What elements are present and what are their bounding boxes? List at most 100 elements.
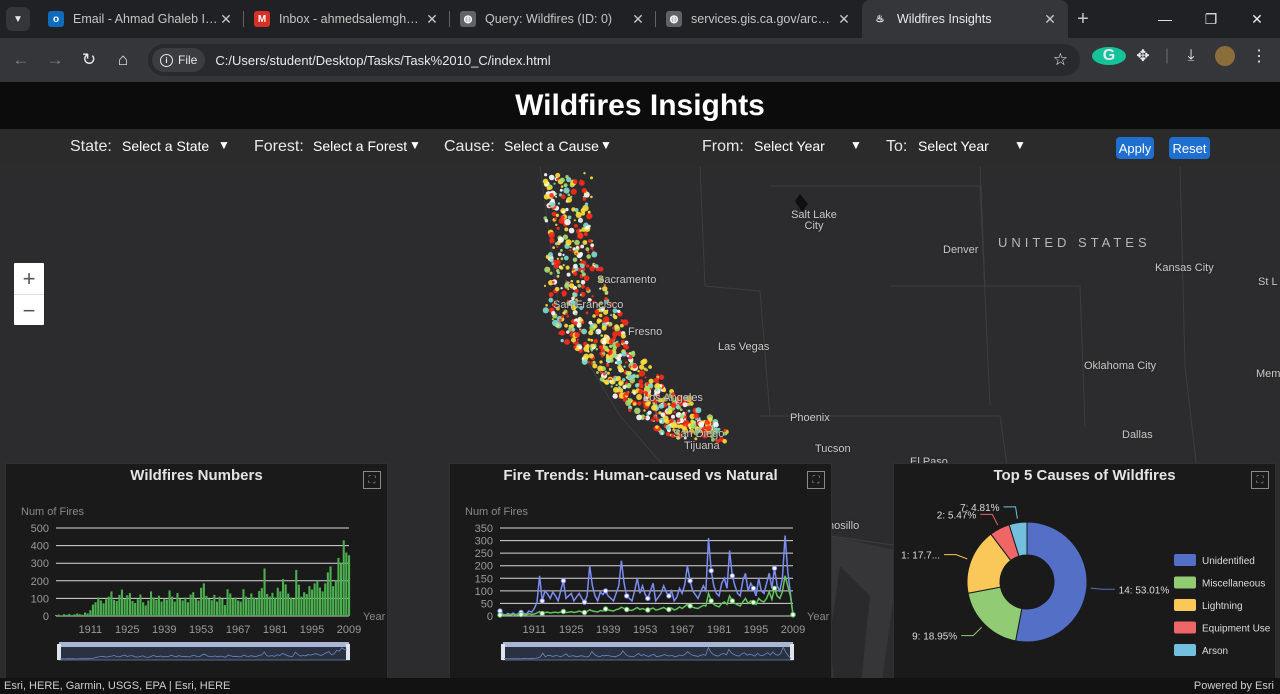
reset-button[interactable]: Reset (1169, 137, 1210, 159)
bar (231, 598, 234, 616)
bar (163, 598, 166, 616)
page-title: Wildfires Insights (0, 82, 1280, 129)
fire-point (579, 229, 582, 232)
bar (78, 614, 81, 616)
browser-menu-button[interactable]: ⋮ (1242, 46, 1276, 66)
city-label: Mem (1256, 368, 1280, 380)
tab-list: o Email - Ahmad Ghaleb Issa ✕ M Inbox - ahme… (38, 0, 1068, 38)
reload-icon: ↻ (81, 50, 97, 69)
browser-tab[interactable]: ◍ Query: Wildfires (ID: 0) ✕ (450, 0, 656, 38)
browser-tab[interactable]: o Email - Ahmad Ghaleb Issa ✕ (38, 0, 244, 38)
fire-point (695, 407, 702, 414)
fire-point (651, 404, 657, 411)
series-point (539, 610, 545, 617)
close-window-button[interactable]: ✕ (1234, 0, 1280, 38)
zoom-out-button[interactable]: − (14, 295, 44, 326)
fire-point (565, 280, 568, 283)
back-button[interactable]: ← (4, 43, 38, 77)
to-year-select[interactable]: Select Year ▼ (918, 138, 1028, 154)
browser-tab[interactable]: ◍ services.gis.ca.gov/arcgis/re ✕ (656, 0, 862, 38)
y-tick-label: 50 (481, 598, 493, 610)
fire-point (564, 218, 571, 226)
fire-point (570, 279, 574, 283)
bar (287, 593, 290, 616)
close-icon[interactable]: ✕ (836, 11, 852, 28)
fire-point (627, 371, 632, 375)
attribution-text[interactable]: Esri, HERE, Garmin, USGS, EPA | Esri, HE… (4, 680, 230, 692)
city-label: Dallas (1122, 429, 1153, 441)
close-icon[interactable]: ✕ (1042, 11, 1058, 28)
forest-label: Forest: (254, 138, 304, 155)
fire-point (612, 331, 618, 337)
close-icon[interactable]: ✕ (424, 11, 440, 28)
web-page: + − Salt Lake City Denver Kansas City St L S… (0, 82, 1280, 694)
cause-select[interactable]: Select a Cause ▼ (504, 138, 614, 154)
fire-point (543, 284, 547, 287)
fire-icon: ♨ (872, 11, 888, 27)
fire-point (567, 193, 571, 197)
profile-button[interactable] (1208, 46, 1242, 66)
zoom-in-button[interactable]: + (14, 263, 44, 294)
home-button[interactable]: ⌂ (106, 43, 140, 77)
fire-point (615, 342, 621, 348)
fire-point (602, 286, 608, 292)
new-tab-button[interactable]: + (1068, 8, 1098, 31)
state-select[interactable]: Select a State ▼ (122, 138, 232, 154)
fire-point (548, 232, 555, 239)
extensions-puzzle-button[interactable]: ✥ (1126, 46, 1160, 66)
maximize-button[interactable]: ❐ (1188, 0, 1234, 38)
close-icon[interactable]: ✕ (630, 11, 646, 28)
apply-button[interactable]: Apply (1116, 137, 1154, 159)
from-year-select[interactable]: Select Year ▼ (754, 138, 864, 154)
fire-point (564, 227, 569, 232)
fire-point (671, 414, 675, 419)
state-label: State: (70, 138, 112, 155)
fire-point (599, 287, 602, 290)
fire-point (583, 275, 590, 282)
forward-button[interactable]: → (38, 43, 72, 77)
fire-point (543, 194, 550, 200)
downloads-button[interactable]: ⤓ (1174, 47, 1208, 65)
browser-tab[interactable]: ♨ Wildfires Insights ✕ (862, 0, 1068, 38)
close-icon[interactable]: ✕ (218, 11, 234, 28)
bar (171, 596, 174, 616)
minimize-button[interactable]: — (1142, 0, 1188, 38)
bar (279, 591, 282, 616)
city-label: Los Angeles (643, 392, 703, 404)
series-point (602, 588, 609, 594)
powered-by-esri[interactable]: Powered by Esri (1194, 678, 1274, 694)
tab-search-button[interactable]: ▼ (6, 7, 30, 31)
fire-point (562, 311, 565, 315)
url-text[interactable]: C:/Users/student/Desktop/Tasks/Task%2010… (215, 53, 550, 68)
grammarly-extension-button[interactable]: G (1092, 47, 1126, 65)
series-point (729, 598, 735, 604)
reload-button[interactable]: ↻ (72, 43, 106, 77)
fire-point (560, 287, 563, 290)
fire-point (649, 387, 652, 390)
fire-point (588, 330, 594, 336)
fire-point (579, 293, 582, 296)
fire-point (634, 407, 641, 414)
fire-point (562, 292, 567, 297)
city-label: Las Vegas (718, 341, 770, 353)
series-point (708, 568, 714, 574)
browser-tab[interactable]: M Inbox - ahmedsalemghaleb ✕ (244, 0, 450, 38)
fire-point (580, 280, 586, 285)
fire-point (682, 411, 685, 415)
bar (334, 579, 337, 616)
fire-point (647, 410, 652, 415)
fire-point (612, 393, 618, 399)
data-zoom-range-bar (503, 642, 793, 647)
forest-select[interactable]: Select a Forest ▼ (313, 138, 423, 154)
fire-point (598, 266, 604, 272)
fire-point (643, 409, 646, 412)
bookmark-star-icon[interactable]: ☆ (1053, 50, 1068, 70)
fire-point (569, 246, 572, 249)
fire-point (559, 318, 562, 322)
bar (194, 598, 197, 616)
fire-point (590, 349, 593, 352)
address-bar[interactable]: i File C:/Users/student/Desktop/Tasks/Tas… (148, 44, 1080, 76)
site-info-chip[interactable]: i File (152, 48, 206, 72)
slice-label: 7: 4.81% (960, 503, 1000, 514)
bar (318, 587, 321, 616)
